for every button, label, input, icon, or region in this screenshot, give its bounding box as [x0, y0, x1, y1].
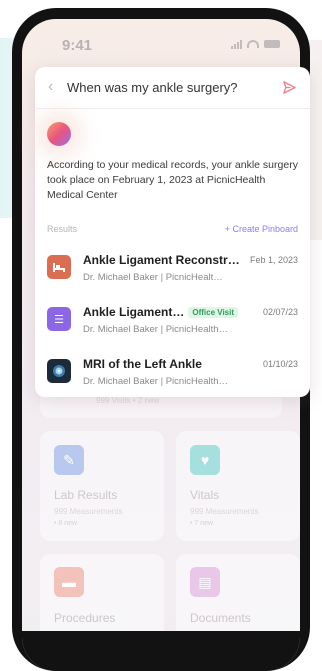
procedures-sub: 999 Procedures: [54, 630, 111, 639]
result-subtitle: Dr. Michael Baker | PicnicHealth…: [83, 376, 229, 387]
result-date: 01/10/23: [262, 359, 298, 369]
heart-icon: ♥: [190, 445, 220, 475]
result-title: Ankle Ligament Reconstr…: [83, 253, 240, 267]
send-icon[interactable]: [282, 80, 297, 95]
documents-sub: 999 Files: [190, 630, 223, 639]
result-date: 02/07/23: [262, 307, 298, 317]
vitals-new: • 7 new: [190, 520, 214, 527]
list-icon: ☰: [47, 307, 71, 331]
bed-icon: ▬: [54, 567, 84, 597]
battery-icon: [264, 40, 280, 48]
ai-search-popup: ‹ When was my ankle surgery? According t…: [35, 67, 310, 397]
result-row[interactable]: ☰ Ankle Ligament… Office Visit Dr. Michae…: [35, 299, 310, 349]
ai-answer-text: According to your medical records, your …: [47, 159, 298, 201]
result-date: Feb 1, 2023: [249, 255, 298, 265]
search-bar: ‹ When was my ankle surgery?: [35, 67, 310, 109]
lab-results-sub: 999 Measurements: [54, 507, 123, 516]
result-title-text: Ankle Ligament…: [83, 305, 185, 319]
create-pinboard-button[interactable]: + Create Pinboard: [225, 224, 298, 234]
result-row[interactable]: Ankle Ligament Reconstr… Dr. Michael Bak…: [35, 247, 310, 297]
pencil-icon: ✎: [54, 445, 84, 475]
result-subtitle: Dr. Michael Baker | PicnicHealth…: [83, 324, 229, 335]
vitals-sub: 999 Measurements: [190, 507, 259, 516]
status-time: 9:41: [62, 37, 93, 54]
results-label: Results: [47, 224, 78, 234]
procedures-title: Procedures: [54, 611, 116, 625]
document-icon: ▤: [190, 567, 220, 597]
ai-assistant-avatar: [47, 122, 71, 146]
result-row[interactable]: MRI of the Left Ankle Dr. Michael Baker …: [35, 351, 310, 401]
result-title: MRI of the Left Ankle: [83, 357, 202, 371]
status-icons: [231, 39, 280, 49]
mri-scan-icon: [47, 359, 71, 383]
vitals-title: Vitals: [190, 488, 220, 502]
chevron-left-icon[interactable]: ‹: [48, 79, 53, 95]
documents-title: Documents: [190, 611, 251, 625]
lab-results-new: • 8 new: [54, 520, 78, 527]
result-title: Ankle Ligament… Office Visit: [83, 305, 239, 319]
result-subtitle: Dr. Michael Baker | PicnicHealt…: [83, 272, 223, 283]
wifi-icon: [247, 40, 259, 48]
search-input[interactable]: When was my ankle surgery?: [67, 80, 238, 95]
bed-icon: [47, 255, 71, 279]
lab-results-title: Lab Results: [54, 488, 118, 502]
signal-icon: [231, 39, 242, 49]
office-visit-badge: Office Visit: [188, 307, 239, 318]
